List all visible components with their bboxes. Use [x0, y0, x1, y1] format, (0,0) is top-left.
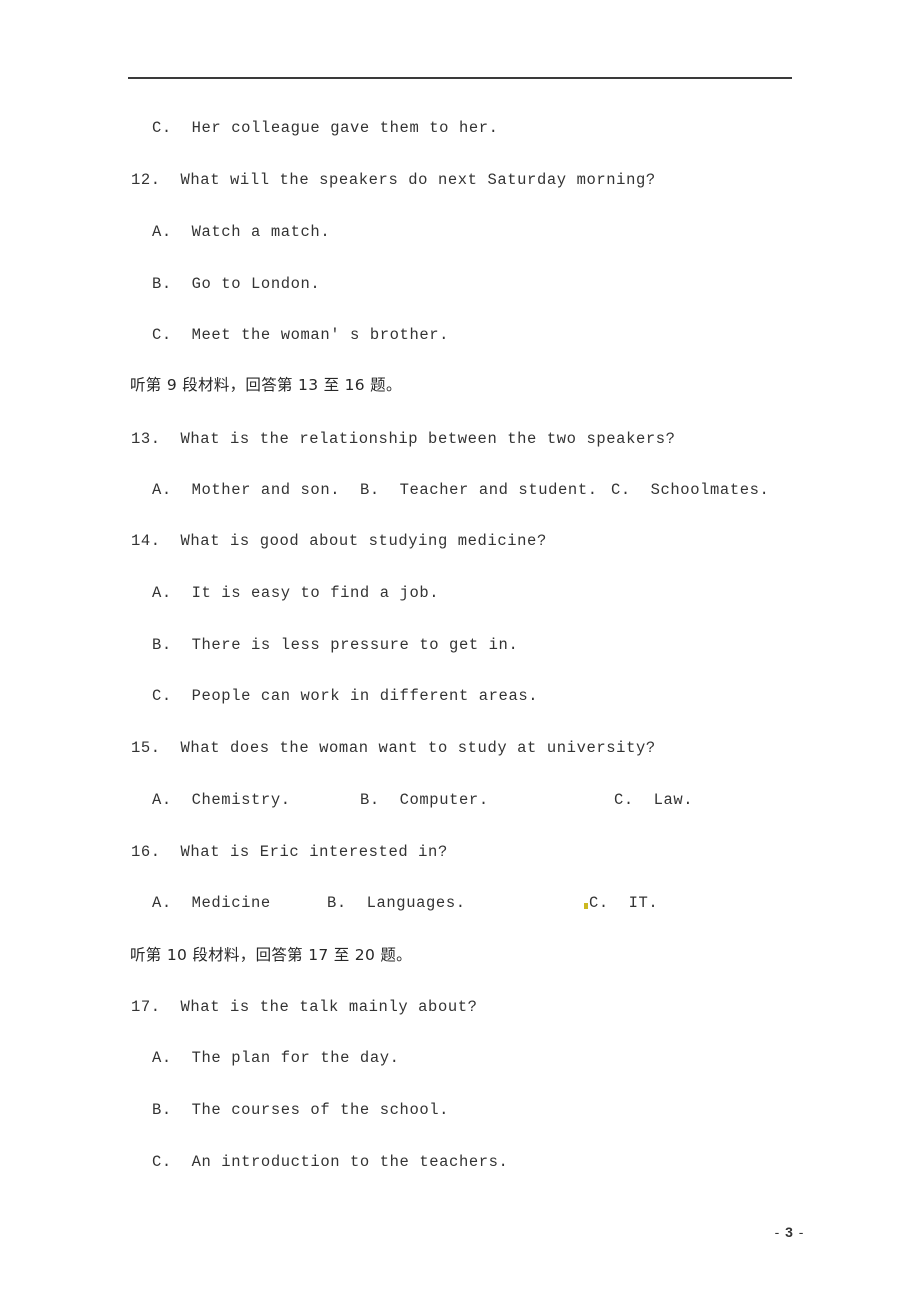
option-item: A. Mother and son.	[152, 481, 341, 499]
header-divider-rule	[128, 77, 792, 79]
option-item: C. IT.	[589, 894, 659, 912]
page-number-value: 3	[785, 1224, 794, 1240]
question-stem-13: 13. What is the relationship between the…	[131, 430, 676, 448]
option-item: A. The plan for the day.	[152, 1049, 400, 1067]
option-item: B. Languages.	[327, 894, 466, 912]
option-item: B. Go to London.	[152, 275, 321, 293]
option-row-16: A. Medicine B. Languages. C. IT.	[0, 895, 658, 974]
option-row-13: A. Mother and son. B. Teacher and studen…	[0, 482, 769, 561]
option-item: C. Her colleague gave them to her.	[152, 119, 499, 137]
option-item: C. An introduction to the teachers.	[152, 1153, 509, 1171]
option-item: A. Medicine	[152, 894, 271, 912]
option-item: B. There is less pressure to get in.	[152, 636, 519, 654]
option-item: A. Chemistry.	[152, 791, 291, 809]
option-item: B. The courses of the school.	[152, 1101, 450, 1119]
option-item: C. Meet the woman' s brother.	[152, 326, 450, 344]
exam-page: C. Her colleague gave them to her. 12. W…	[0, 0, 920, 1302]
question-stem-15: 15. What does the woman want to study at…	[131, 739, 656, 757]
page-number-suffix: -	[793, 1224, 805, 1240]
option-item: C. Schoolmates.	[611, 481, 770, 499]
option-item: C. Law.	[614, 791, 694, 809]
listening-instruction-section-9: 听第 9 段材料，回答第 13 至 16 题。	[130, 376, 402, 394]
question-stem-14: 14. What is good about studying medicine…	[131, 532, 547, 550]
scan-artifact-dot	[584, 903, 588, 909]
option-item: B. Computer.	[360, 791, 489, 809]
option-item: A. It is easy to find a job.	[152, 584, 440, 602]
option-row-15: A. Chemistry. B. Computer. C. Law.	[0, 792, 693, 871]
question-stem-17: 17. What is the talk mainly about?	[131, 998, 478, 1016]
question-stem-12: 12. What will the speakers do next Satur…	[131, 171, 656, 189]
listening-instruction-section-10: 听第 10 段材料，回答第 17 至 20 题。	[130, 946, 412, 964]
page-number-footer: - 3 -	[755, 1208, 804, 1256]
option-item: B. Teacher and student.	[360, 481, 598, 499]
option-item: C. People can work in different areas.	[152, 687, 539, 705]
question-stem-16: 16. What is Eric interested in?	[131, 843, 448, 861]
option-item: A. Watch a match.	[152, 223, 331, 241]
page-number-prefix: -	[774, 1224, 786, 1240]
